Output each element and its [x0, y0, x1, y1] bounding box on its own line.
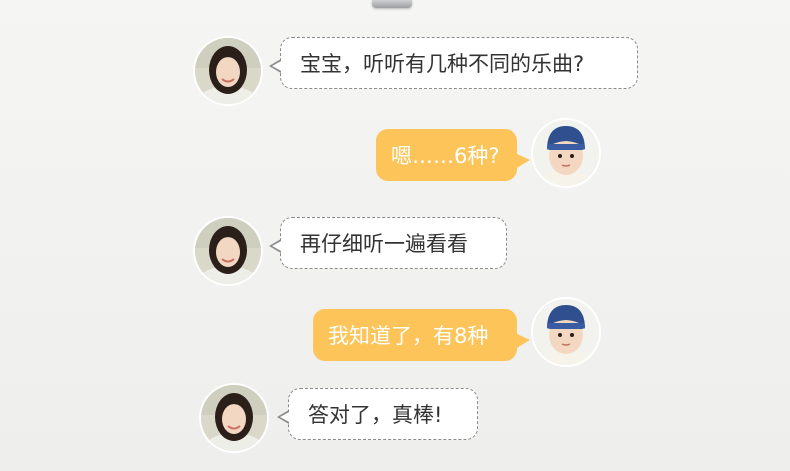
mother-avatar — [201, 385, 267, 451]
message-bubble-mother: 答对了，真棒! — [277, 388, 478, 440]
message-text: 宝宝，听听有几种不同的乐曲? — [300, 52, 585, 76]
message-text: 答对了，真棒! — [308, 403, 443, 427]
mother-avatar — [195, 38, 261, 104]
top-device-decoration — [372, 0, 412, 8]
message-bubble-mother: 宝宝，听听有几种不同的乐曲? — [269, 37, 638, 89]
message-bubble-child: 嗯……6种? — [376, 129, 530, 181]
message-text: 我知道了，有8种 — [328, 324, 489, 348]
mother-avatar — [195, 218, 261, 284]
child-avatar — [533, 299, 599, 365]
message-bubble-child: 我知道了，有8种 — [313, 309, 530, 361]
message-text: 嗯……6种? — [391, 144, 500, 168]
message-bubble-mother: 再仔细听一遍看看 — [269, 217, 507, 269]
message-text: 再仔细听一遍看看 — [300, 232, 468, 256]
child-avatar — [533, 120, 599, 186]
